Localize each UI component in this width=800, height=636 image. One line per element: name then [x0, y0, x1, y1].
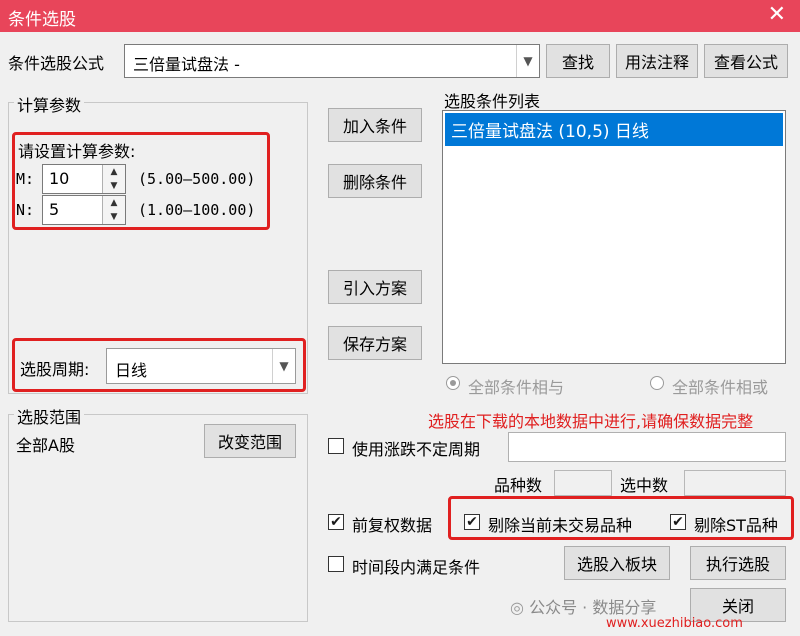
- title-bar: [0, 0, 800, 32]
- scope-group-label: 选股范围: [14, 404, 85, 428]
- import-scheme-button[interactable]: 引入方案: [328, 270, 422, 304]
- chevron-down-icon[interactable]: ▼: [516, 45, 539, 77]
- execute-button[interactable]: 执行选股: [690, 546, 786, 580]
- param-n-value: 5: [49, 200, 60, 219]
- param-m-label: M:: [16, 170, 35, 188]
- usage-button[interactable]: 用法注释: [616, 44, 698, 78]
- logic-or-radio[interactable]: [650, 376, 664, 390]
- param-m-range: (5.00—500.00): [138, 170, 256, 188]
- param-m-value: 10: [49, 169, 70, 188]
- period-label: 选股周期:: [20, 360, 90, 379]
- window-title: 条件选股: [8, 10, 76, 30]
- spin-arrows-icon[interactable]: ▲ ▼: [102, 165, 125, 193]
- adjust-checkbox[interactable]: ✔: [328, 514, 344, 530]
- logic-and-radio[interactable]: [446, 376, 460, 390]
- exclude-st-checkbox[interactable]: ✔: [670, 514, 686, 530]
- exclude-untraded-checkbox[interactable]: ✔: [464, 514, 480, 530]
- wechat-watermark-text: 公众号 · 数据分享: [529, 598, 657, 617]
- to-block-button[interactable]: 选股入板块: [564, 546, 670, 580]
- change-scope-button[interactable]: 改变范围: [204, 424, 296, 458]
- find-button[interactable]: 查找: [546, 44, 610, 78]
- condition-list-item[interactable]: 三倍量试盘法 (10,5) 日线: [445, 113, 783, 146]
- time-range-checkbox[interactable]: [328, 556, 344, 572]
- uncertain-period-label: 使用涨跌不定周期: [352, 440, 481, 459]
- params-group-label: 计算参数: [14, 92, 85, 116]
- param-n-label: N:: [16, 201, 35, 219]
- param-n-stepper[interactable]: 5 ▲ ▼: [42, 195, 126, 225]
- condition-list-label: 选股条件列表: [444, 92, 541, 111]
- params-prompt: 请设置计算参数:: [18, 142, 136, 161]
- period-value: 日线: [115, 361, 148, 380]
- param-m-stepper[interactable]: 10 ▲ ▼: [42, 164, 126, 194]
- exclude-st-label: 剔除ST品种: [694, 516, 778, 535]
- spin-arrows-icon[interactable]: ▲ ▼: [102, 196, 125, 224]
- param-n-range: (1.00—100.00): [138, 201, 256, 219]
- count-label: 品种数: [494, 476, 543, 495]
- wechat-icon: ◎: [510, 598, 524, 617]
- add-condition-button[interactable]: 加入条件: [328, 108, 422, 142]
- delete-condition-button[interactable]: 删除条件: [328, 164, 422, 198]
- formula-select[interactable]: 三倍量试盘法 - ▼: [124, 44, 540, 78]
- save-scheme-button[interactable]: 保存方案: [328, 326, 422, 360]
- time-range-label: 时间段内满足条件: [352, 558, 481, 577]
- uncertain-period-input[interactable]: [508, 432, 786, 462]
- wechat-watermark: ◎ 公众号 · 数据分享: [510, 594, 656, 618]
- count-value: [554, 470, 612, 496]
- formula-label: 条件选股公式: [8, 54, 105, 73]
- site-watermark: www.xuezhibiao.com: [606, 616, 743, 631]
- formula-value: 三倍量试盘法 -: [133, 55, 240, 74]
- close-icon[interactable]: ✕: [768, 2, 786, 28]
- adjust-label: 前复权数据: [352, 516, 433, 535]
- exclude-untraded-label: 剔除当前未交易品种: [488, 516, 633, 535]
- selected-value: [684, 470, 786, 496]
- view-formula-button[interactable]: 查看公式: [704, 44, 788, 78]
- logic-and-label: 全部条件相与: [468, 378, 565, 397]
- logic-or-label: 全部条件相或: [672, 378, 769, 397]
- chevron-down-icon[interactable]: ▼: [272, 349, 295, 383]
- selected-label: 选中数: [620, 476, 669, 495]
- scope-value: 全部A股: [16, 436, 75, 455]
- data-warning: 选股在下载的本地数据中进行,请确保数据完整: [428, 412, 754, 431]
- uncertain-period-checkbox[interactable]: [328, 438, 344, 454]
- condition-list[interactable]: 三倍量试盘法 (10,5) 日线: [442, 110, 786, 364]
- period-select[interactable]: 日线 ▼: [106, 348, 296, 384]
